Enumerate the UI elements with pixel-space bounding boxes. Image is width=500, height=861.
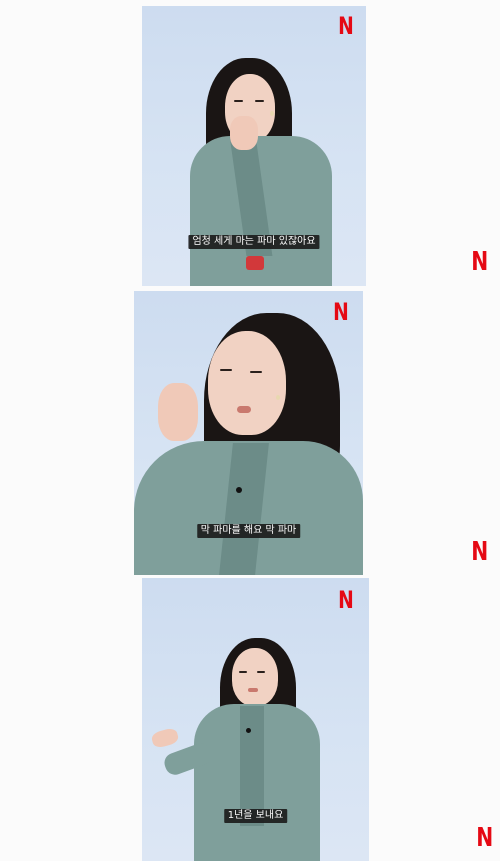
video-frame-3: N 1년을 보내요: [142, 578, 369, 861]
video-frame-1: N 엄청 세게 마는 파마 있잖아요: [142, 6, 366, 286]
netflix-logo-icon: N: [471, 537, 488, 567]
netflix-logo-icon: N: [338, 12, 354, 40]
netflix-logo-icon: N: [333, 298, 349, 326]
subtitle-caption: 막 파마를 해요 막 파마: [196, 524, 301, 538]
netflix-logo-icon: N: [471, 247, 488, 277]
netflix-logo-icon: N: [338, 586, 354, 614]
netflix-logo-icon: N: [476, 823, 493, 853]
subtitle-caption: 1년을 보내요: [223, 809, 288, 823]
video-frame-2: N 막 파마를 해요 막 파마: [134, 291, 363, 575]
subtitle-caption: 엄청 세게 마는 파마 있잖아요: [188, 235, 320, 249]
